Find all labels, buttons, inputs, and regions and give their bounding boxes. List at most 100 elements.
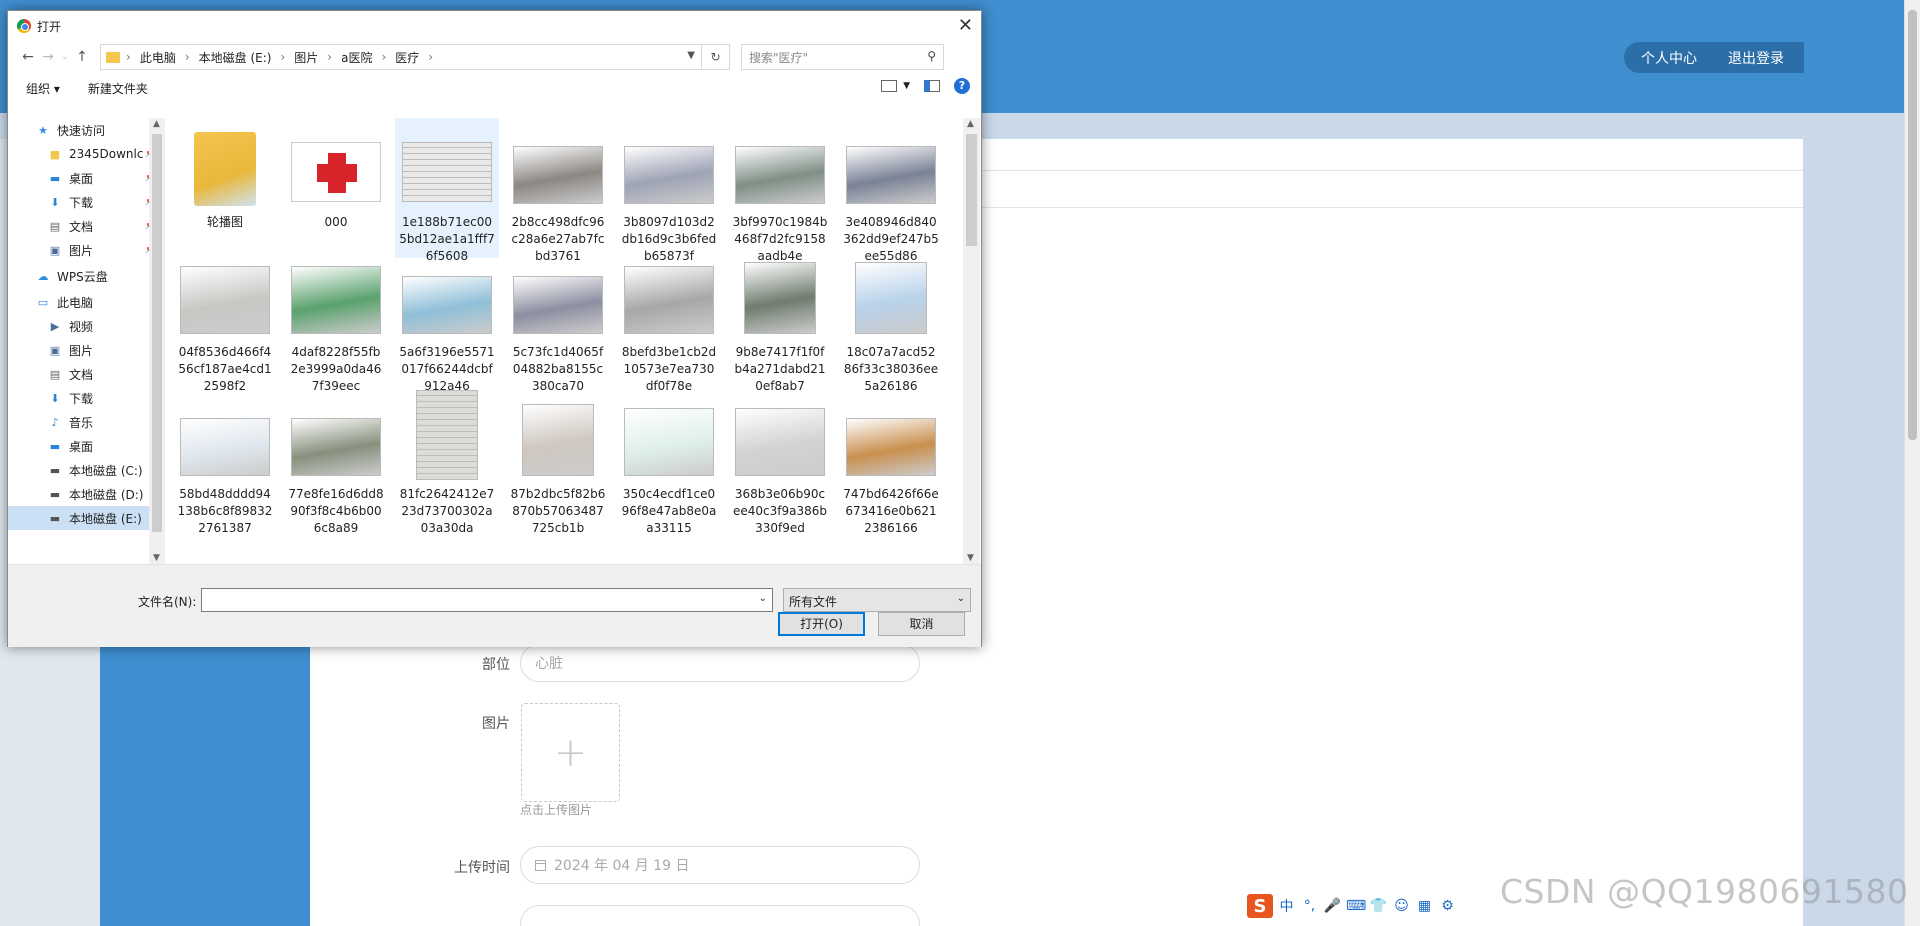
- tree-scrollbar-thumb[interactable]: [152, 134, 162, 532]
- view-mode-icon[interactable]: [881, 80, 898, 92]
- toolbox-icon[interactable]: ▦: [1415, 898, 1434, 914]
- file-item[interactable]: 5c73fc1d4065f04882ba8155c380ca70: [506, 248, 610, 393]
- file-item[interactable]: 000: [284, 118, 388, 258]
- scroll-up-icon[interactable]: ▲: [153, 119, 160, 129]
- open-button[interactable]: 打开(O): [778, 612, 865, 636]
- new-folder-button[interactable]: 新建文件夹: [88, 80, 148, 97]
- file-item[interactable]: 04f8536d466f456cf187ae4cd12598f2: [173, 248, 277, 393]
- ime-mode-label[interactable]: 中: [1277, 896, 1296, 916]
- file-type-select[interactable]: 所有文件 ⌄: [783, 588, 971, 612]
- back-arrow-icon[interactable]: ←: [18, 49, 38, 65]
- breadcrumb-medical[interactable]: 医疗: [395, 49, 419, 66]
- upload-time-input[interactable]: 2024 年 04 月 19 日: [520, 846, 920, 884]
- chevron-right-icon[interactable]: ›: [126, 50, 131, 64]
- chevron-down-icon[interactable]: ▼: [903, 81, 910, 91]
- tree-item[interactable]: ▬ 本地磁盘 (D:): [8, 482, 160, 506]
- file-item[interactable]: 87b2dbc5f82b6870b57063487725cb1b: [506, 390, 610, 535]
- next-field-input[interactable]: [520, 905, 920, 926]
- tree-scrollbar[interactable]: ▲ ▼: [149, 118, 165, 564]
- preview-pane-icon[interactable]: [924, 80, 940, 92]
- tree-item[interactable]: ▭ 此电脑: [8, 290, 160, 314]
- file-item[interactable]: 58bd48dddd94138b6c8f898322761387: [173, 390, 277, 535]
- file-item[interactable]: 77e8fe16d6dd890f3f8c4b6b006c8a89: [284, 390, 388, 535]
- file-type-value: 所有文件: [789, 595, 838, 609]
- scroll-down-icon[interactable]: ▼: [967, 553, 974, 563]
- search-icon[interactable]: ⚲: [927, 49, 936, 63]
- file-item[interactable]: 4daf8228f55fb2e3999a0da467f39eec: [284, 248, 388, 393]
- address-bar[interactable]: › 此电脑 › 本地磁盘 (E:) › 图片 › a医院 › 医疗 › ▼ ↻: [100, 44, 730, 70]
- page-scrollbar[interactable]: [1904, 0, 1920, 926]
- microphone-icon[interactable]: 🎤: [1323, 898, 1342, 914]
- file-name: 368b3e06b90cee40c3f9a386b330f9ed: [732, 487, 827, 535]
- sogou-ime-icon[interactable]: S: [1247, 894, 1273, 918]
- file-item[interactable]: 3b8097d103d2db16d9c3b6fedb65873f: [617, 118, 721, 263]
- tree-item[interactable]: ▣图片📌: [8, 238, 160, 262]
- recent-dropdown-icon[interactable]: ⌄: [58, 52, 72, 62]
- settings-icon[interactable]: ⚙: [1438, 898, 1457, 914]
- tree-item[interactable]: ▤ 文档: [8, 362, 160, 386]
- tree-item[interactable]: ▬ 本地磁盘 (E:): [8, 506, 160, 530]
- emoji-icon[interactable]: ☺: [1392, 898, 1411, 914]
- tree-item[interactable]: ▬桌面📌: [8, 166, 160, 190]
- file-item[interactable]: 368b3e06b90cee40c3f9a386b330f9ed: [728, 390, 832, 535]
- breadcrumb-hospital[interactable]: a医院: [341, 49, 372, 66]
- chevron-down-icon[interactable]: ⌄: [759, 593, 767, 604]
- close-icon[interactable]: ✕: [958, 15, 973, 36]
- punctuation-icon[interactable]: °,: [1300, 898, 1319, 914]
- scroll-up-icon[interactable]: ▲: [967, 119, 974, 129]
- logout-link[interactable]: 退出登录: [1711, 48, 1798, 68]
- tree-item[interactable]: ▬ 桌面: [8, 434, 160, 458]
- up-arrow-icon[interactable]: ↑: [72, 49, 92, 65]
- file-item[interactable]: 350c4ecdf1ce096f8e47ab8e0aa33115: [617, 390, 721, 535]
- tree-item[interactable]: ▶ 视频: [8, 314, 160, 338]
- part-input[interactable]: 心脏: [520, 644, 920, 682]
- file-item[interactable]: 3bf9970c1984b468f7d2fc9158aadb4e: [728, 118, 832, 263]
- scroll-down-icon[interactable]: ▼: [153, 553, 160, 563]
- chevron-down-icon[interactable]: ▼: [687, 50, 695, 61]
- breadcrumb-this-pc[interactable]: 此电脑: [140, 49, 176, 66]
- breadcrumb-pictures[interactable]: 图片: [294, 49, 318, 66]
- file-item[interactable]: 1e188b71ec005bd12ae1a1fff76f5608: [395, 118, 499, 263]
- chevron-right-icon[interactable]: ›: [185, 50, 190, 64]
- photo-image: [735, 146, 825, 204]
- tree-item[interactable]: ☁ WPS云盘: [8, 264, 160, 288]
- tree-item[interactable]: ★ 快速访问: [8, 118, 160, 142]
- file-item[interactable]: 8befd3be1cb2d10573e7ea730df0f78e: [617, 248, 721, 393]
- folder-item[interactable]: 轮播图: [173, 118, 277, 258]
- tree-item[interactable]: ▤文档📌: [8, 214, 160, 238]
- file-item[interactable]: 3e408946d840362dd9ef247b5ee55d86: [839, 118, 943, 263]
- tree-item[interactable]: ■2345Downlc📌: [8, 142, 160, 166]
- refresh-icon[interactable]: ↻: [701, 45, 729, 69]
- file-item[interactable]: 5a6f3196e5571017f66244dcbf912a46: [395, 248, 499, 393]
- chevron-right-icon[interactable]: ›: [428, 50, 433, 64]
- file-grid-scrollbar[interactable]: ▲ ▼: [963, 118, 980, 564]
- file-grid-scrollbar-thumb[interactable]: [966, 134, 977, 246]
- help-icon[interactable]: ?: [954, 78, 970, 94]
- page-scrollbar-thumb[interactable]: [1908, 10, 1917, 440]
- forward-arrow-icon[interactable]: →: [38, 49, 58, 65]
- tree-item[interactable]: ⬇下载📌: [8, 190, 160, 214]
- organize-menu[interactable]: 组织 ▾: [26, 80, 60, 97]
- tree-item[interactable]: ▣ 图片: [8, 338, 160, 362]
- file-item[interactable]: 81fc2642412e723d73700302a03a30da: [395, 390, 499, 535]
- personal-center-link[interactable]: 个人中心: [1624, 48, 1711, 68]
- cancel-button[interactable]: 取消: [878, 612, 965, 636]
- image-upload-button[interactable]: +: [521, 703, 620, 802]
- filename-input[interactable]: ⌄: [201, 588, 773, 612]
- chevron-right-icon[interactable]: ›: [327, 50, 332, 64]
- search-input[interactable]: 搜索"医疗" ⚲: [741, 44, 944, 70]
- file-item[interactable]: 747bd6426f66e673416e0b6212386166: [839, 390, 943, 535]
- breadcrumb-drive-e[interactable]: 本地磁盘 (E:): [199, 49, 272, 66]
- keyboard-icon[interactable]: ⌨: [1346, 898, 1366, 914]
- chevron-right-icon[interactable]: ›: [381, 50, 386, 64]
- tree-item[interactable]: ♪ 音乐: [8, 410, 160, 434]
- file-item[interactable]: 18c07a7acd5286f33c38036ee5a26186: [839, 248, 943, 393]
- ime-toolbar[interactable]: S 中 °, 🎤 ⌨ 👕 ☺ ▦ ⚙: [1244, 893, 1470, 919]
- file-item[interactable]: 2b8cc498dfc96c28a6e27ab7fcbd3761: [506, 118, 610, 263]
- chevron-right-icon[interactable]: ›: [280, 50, 285, 64]
- tree-item[interactable]: ▬ 本地磁盘 (C:): [8, 458, 160, 482]
- file-item[interactable]: 9b8e7417f1f0fb4a271dabd210ef8ab7: [728, 248, 832, 393]
- tree-item-label: WPS云盘: [57, 269, 108, 284]
- skin-icon[interactable]: 👕: [1369, 898, 1388, 914]
- tree-item[interactable]: ⬇ 下载: [8, 386, 160, 410]
